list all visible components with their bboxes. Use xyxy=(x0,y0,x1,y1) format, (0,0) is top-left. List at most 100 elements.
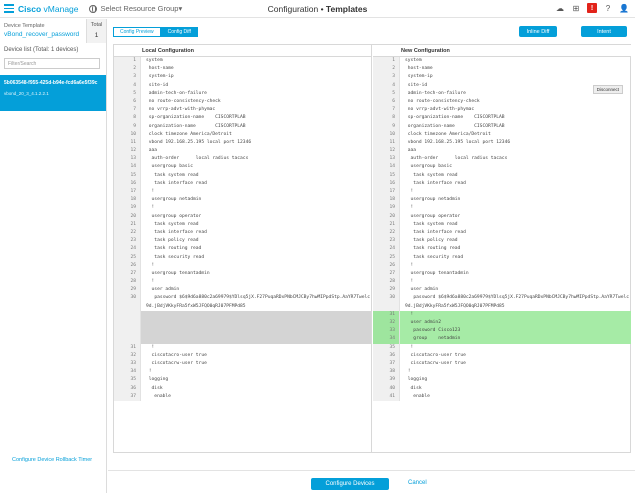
line-text: no vrrp-advt-with-phymac xyxy=(146,107,216,113)
local-config-lines: 1 system 2 host-name 3 system-ip 4 site-id 5 … xyxy=(114,57,371,401)
code-line: 15 task system read xyxy=(114,171,371,180)
line-number: 34 xyxy=(373,335,400,344)
line-number: 26 xyxy=(373,261,400,270)
line-text: organization-name CISCORTPLAB xyxy=(146,123,246,129)
local-config-pane[interactable]: Local Configuration 1 system 2 host-name 3 … xyxy=(114,45,372,452)
line-text xyxy=(141,319,371,328)
code-line: 13 auth-order local radius tacacs xyxy=(373,155,631,164)
line-number: 25 xyxy=(373,253,400,262)
line-text: usergroup netadmin xyxy=(405,197,461,203)
line-number: 12 xyxy=(373,147,400,156)
blank-code-line xyxy=(114,335,371,344)
line-text: ! xyxy=(146,369,152,375)
line-text: system-ip xyxy=(405,74,433,80)
inline-diff-button[interactable]: Inline Diff xyxy=(519,26,557,37)
tab-config-diff[interactable]: Config Diff xyxy=(160,27,198,37)
tab-config-preview[interactable]: Config Preview xyxy=(113,27,161,37)
code-line: 10 clock timezone America/Detroit xyxy=(373,130,631,139)
code-line: 24 task routing read xyxy=(114,245,371,254)
intent-button[interactable]: Intent xyxy=(581,26,627,37)
code-line: 5 admin-tech-on-failure xyxy=(114,89,371,98)
code-line: 18 usergroup netadmin xyxy=(373,196,631,205)
code-line: 11 vbond 192.168.25.195 local port 12346 xyxy=(114,138,371,148)
code-line: 1 system xyxy=(373,57,631,66)
line-text: ! xyxy=(146,189,155,194)
line-number: 33 xyxy=(373,327,400,336)
grid-icon[interactable]: ⊞ xyxy=(571,3,581,13)
line-text: vbond 192.168.25.195 local port 12346 xyxy=(146,139,252,145)
code-line: 11 vbond 192.168.25.195 local port 12346 xyxy=(373,138,631,148)
code-line: 2 host-name xyxy=(373,65,631,74)
blank-code-line xyxy=(114,319,371,328)
configure-devices-button[interactable]: Configure Devices xyxy=(311,478,389,490)
code-line: 7 no vrrp-advt-with-phymac xyxy=(373,106,631,115)
filter-search-input[interactable]: Filter/Search xyxy=(4,58,100,69)
code-line: 22 task interface read xyxy=(373,228,631,238)
line-number: 9 xyxy=(373,122,400,131)
alert-icon[interactable]: ! xyxy=(587,3,597,13)
disconnect-button[interactable]: Disconnect xyxy=(592,85,623,94)
line-text: logging xyxy=(405,377,428,383)
added-code-line: 31 ! xyxy=(373,310,631,320)
line-text: task system read xyxy=(405,221,458,227)
local-config-title: Local Configuration xyxy=(114,45,371,57)
line-number: 31 xyxy=(373,310,400,320)
cancel-button[interactable]: Cancel xyxy=(408,480,427,486)
line-number: 18 xyxy=(373,196,400,205)
user-icon[interactable]: 👤 xyxy=(619,3,629,13)
line-text: system xyxy=(146,58,163,63)
line-number: 26 xyxy=(114,261,141,270)
top-navigation-bar: Cisco vManage Select Resource Group▾ xyxy=(0,0,635,18)
rollback-timer-link[interactable]: Configure Device Rollback Timer xyxy=(12,457,92,463)
code-line: 7 no vrrp-advt-with-phymac xyxy=(114,106,371,115)
line-number: 7 xyxy=(114,106,141,115)
line-text: aaa xyxy=(405,148,417,154)
line-number: 38 xyxy=(373,368,400,377)
line-text: ! xyxy=(405,262,414,268)
line-number: 40 xyxy=(373,384,400,393)
line-text: user admin2 xyxy=(400,319,631,328)
help-icon[interactable]: ? xyxy=(603,3,613,13)
line-number: 5 xyxy=(373,89,400,98)
code-line: 38 ! xyxy=(373,368,631,377)
code-line: 16 task interface read xyxy=(114,179,371,188)
line-number: 7 xyxy=(373,106,400,115)
device-sidebar: Device Template vBond_recover_password T… xyxy=(0,19,107,493)
cloud-icon[interactable]: ☁ xyxy=(555,3,565,13)
code-line: 36 ciscotacro-user true xyxy=(373,351,631,360)
new-config-lines: 1 system 2 host-name 3 system-ip 4 site-id 5 … xyxy=(373,57,631,401)
line-number: 4 xyxy=(114,81,141,90)
code-line: 22 task interface read xyxy=(114,228,371,238)
code-line: 14 usergroup basic xyxy=(114,163,371,172)
code-line: 29 user admin xyxy=(114,286,371,295)
resource-group-selector[interactable]: Select Resource Group▾ xyxy=(101,4,183,13)
code-line: 16 task interface read xyxy=(373,179,631,188)
line-number: 19 xyxy=(373,204,400,213)
header-icons: ☁ ⊞ ! ? 👤 xyxy=(555,3,629,13)
code-line: 20 usergroup operator xyxy=(373,212,631,221)
line-number: 34 xyxy=(114,368,141,377)
line-number: 24 xyxy=(114,245,141,254)
line-number: 2 xyxy=(373,65,400,74)
line-number xyxy=(114,335,141,344)
line-number: 13 xyxy=(114,155,141,164)
line-text: sp-organization-name CISCORTPLAB xyxy=(405,115,505,121)
line-text: no vrrp-advt-with-phymac xyxy=(405,107,475,113)
line-text: enable xyxy=(405,393,430,399)
line-number: 2 xyxy=(114,65,141,74)
line-number: 21 xyxy=(373,220,400,229)
app-brand: Cisco vManage xyxy=(18,4,79,14)
code-line: 21 task system read xyxy=(114,220,371,229)
line-text: ! xyxy=(146,344,155,350)
code-line: 18 usergroup netadmin xyxy=(114,196,371,205)
line-text: ! xyxy=(405,344,414,350)
line-number: 24 xyxy=(373,245,400,254)
hamburger-menu-icon[interactable] xyxy=(4,4,14,13)
line-text: usergroup basic xyxy=(146,164,194,170)
line-number: 12 xyxy=(114,147,141,156)
code-line: 17 ! xyxy=(114,188,371,197)
new-config-pane[interactable]: New Configuration 1 system 2 host-name 3 sy… xyxy=(373,45,631,452)
device-list-item[interactable]: 5b063548-f955-425d-b94e-fcd6a6e5f39c vbo… xyxy=(0,75,106,111)
code-line: 19 ! xyxy=(114,204,371,213)
line-number: 31 xyxy=(114,343,141,352)
